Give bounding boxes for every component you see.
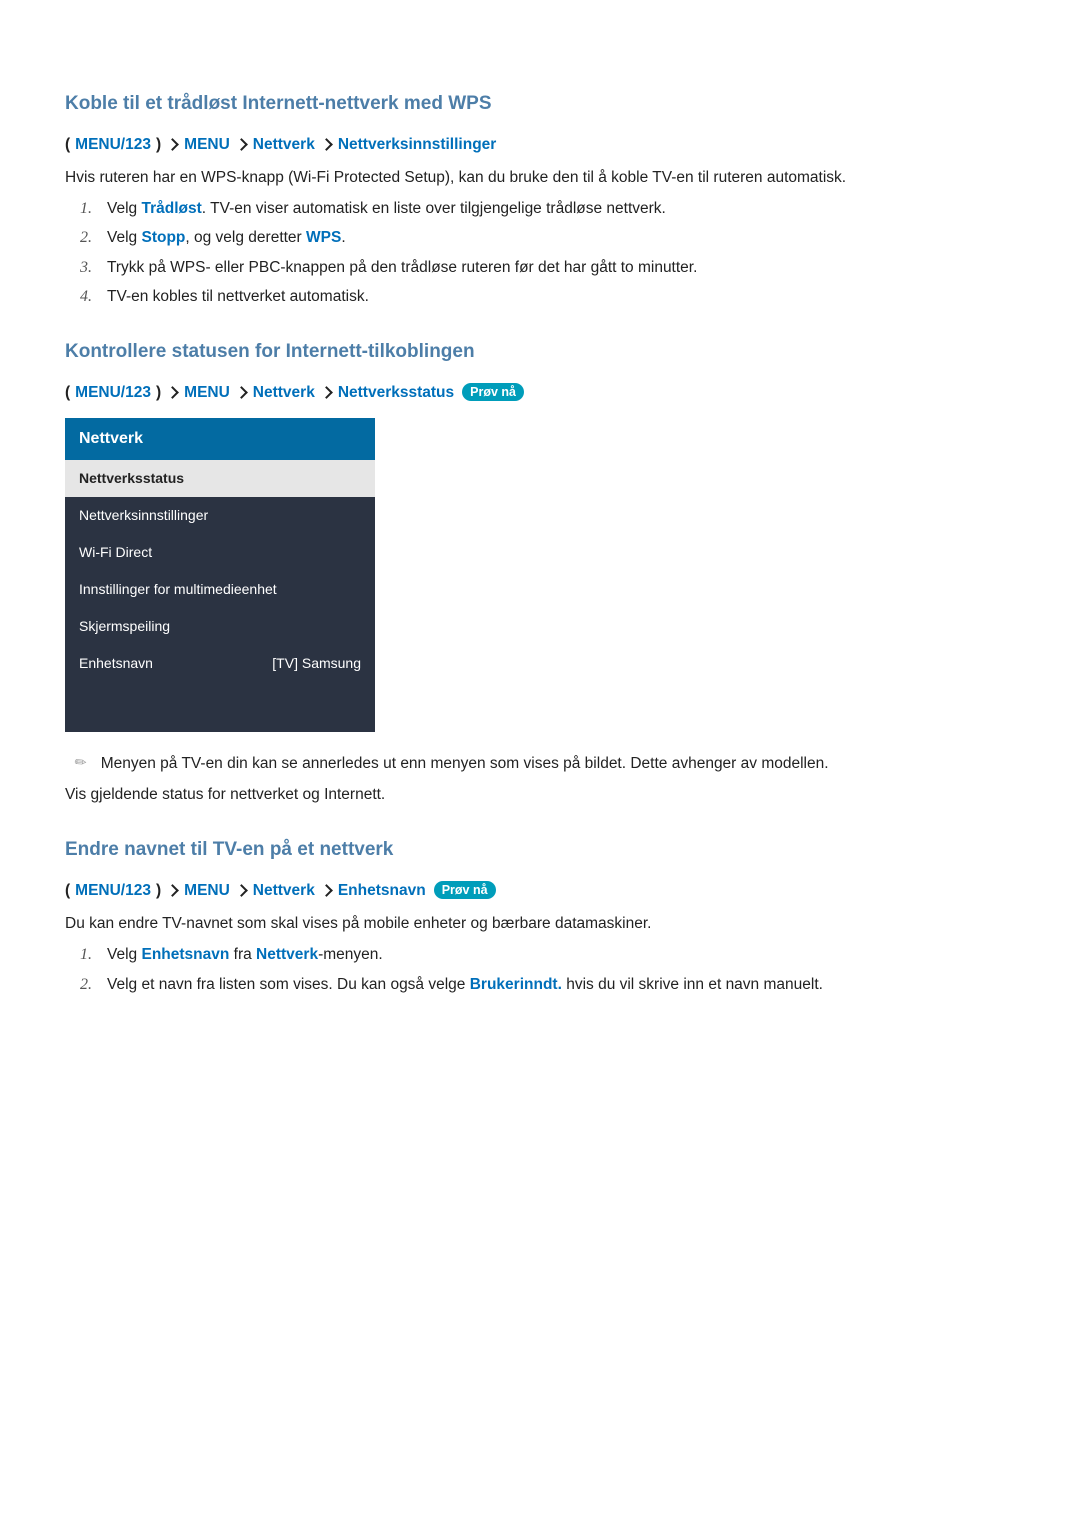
- list-item: 1. Velg Trådløst. TV-en viser automatisk…: [95, 197, 1015, 220]
- list-item: 4. TV-en kobles til nettverket automatis…: [95, 285, 1015, 308]
- breadcrumb-item[interactable]: MENU/123: [75, 381, 151, 404]
- breadcrumb-item[interactable]: MENU/123: [75, 133, 151, 156]
- note: ✎ Menyen på TV-en din kan se annerledes …: [65, 752, 1015, 775]
- chevron-right-icon: [320, 884, 333, 897]
- list-item: 1. Velg Enhetsnavn fra Nettverk-menyen.: [95, 943, 1015, 966]
- chevron-right-icon: [235, 884, 248, 897]
- network-menu-panel: Nettverk Nettverksstatus Nettverksinnsti…: [65, 418, 375, 732]
- breadcrumb-item[interactable]: Nettverk: [253, 879, 315, 902]
- panel-title: Nettverk: [65, 418, 375, 460]
- step-list: 1. Velg Enhetsnavn fra Nettverk-menyen. …: [65, 943, 1015, 996]
- menu-item-value: [TV] Samsung: [272, 653, 361, 674]
- chevron-right-icon: [235, 386, 248, 399]
- chevron-right-icon: [166, 138, 179, 151]
- breadcrumb-item[interactable]: Nettverk: [253, 133, 315, 156]
- menu-item[interactable]: Skjermspeiling: [65, 608, 375, 645]
- inline-keyword: Nettverk: [256, 946, 318, 963]
- menu-item-label: Enhetsnavn: [79, 653, 153, 674]
- menu-item[interactable]: Wi-Fi Direct: [65, 534, 375, 571]
- breadcrumb-item[interactable]: MENU/123: [75, 879, 151, 902]
- intro-text: Hvis ruteren har en WPS-knapp (Wi-Fi Pro…: [65, 166, 1015, 189]
- step-list: 1. Velg Trådløst. TV-en viser automatisk…: [65, 197, 1015, 308]
- breadcrumb-item[interactable]: Nettverk: [253, 381, 315, 404]
- breadcrumb: (MENU/123) MENU Nettverk Nettverksstatus…: [65, 381, 1015, 404]
- breadcrumb-item[interactable]: MENU: [184, 133, 230, 156]
- inline-keyword: Brukerinndt.: [470, 976, 562, 993]
- section-heading-rename: Endre navnet til TV-en på et nettverk: [65, 836, 1015, 865]
- breadcrumb-item[interactable]: MENU: [184, 381, 230, 404]
- chevron-right-icon: [320, 138, 333, 151]
- inline-keyword: Stopp: [141, 229, 185, 246]
- breadcrumb-item[interactable]: Nettverksstatus: [338, 381, 454, 404]
- menu-item[interactable]: Nettverksinnstillinger: [65, 497, 375, 534]
- section-heading-status: Kontrollere statusen for Internett-tilko…: [65, 338, 1015, 367]
- menu-item[interactable]: Innstillinger for multimedieenhet: [65, 571, 375, 608]
- breadcrumb-item[interactable]: Enhetsnavn: [338, 879, 426, 902]
- description-text: Vis gjeldende status for nettverket og I…: [65, 783, 1015, 806]
- pencil-icon: ✎: [70, 750, 92, 774]
- inline-keyword: Trådløst: [141, 200, 201, 217]
- list-item: 2. Velg Stopp, og velg deretter WPS.: [95, 226, 1015, 249]
- breadcrumb-item[interactable]: MENU: [184, 879, 230, 902]
- try-now-badge[interactable]: Prøv nå: [462, 383, 524, 401]
- note-text: Menyen på TV-en din kan se annerledes ut…: [101, 752, 829, 775]
- list-item: 3. Trykk på WPS- eller PBC-knappen på de…: [95, 256, 1015, 279]
- inline-keyword: WPS: [306, 229, 341, 246]
- breadcrumb: (MENU/123) MENU Nettverk Nettverksinnsti…: [65, 133, 1015, 156]
- menu-item[interactable]: Enhetsnavn [TV] Samsung: [65, 645, 375, 682]
- intro-text: Du kan endre TV-navnet som skal vises på…: [65, 912, 1015, 935]
- section-heading-wps: Koble til et trådløst Internett-nettverk…: [65, 90, 1015, 119]
- breadcrumb: (MENU/123) MENU Nettverk Enhetsnavn Prøv…: [65, 879, 1015, 902]
- try-now-badge[interactable]: Prøv nå: [434, 881, 496, 899]
- inline-keyword: Enhetsnavn: [141, 946, 229, 963]
- menu-item-selected[interactable]: Nettverksstatus: [65, 460, 375, 497]
- list-item: 2. Velg et navn fra listen som vises. Du…: [95, 973, 1015, 996]
- chevron-right-icon: [166, 386, 179, 399]
- chevron-right-icon: [166, 884, 179, 897]
- chevron-right-icon: [235, 138, 248, 151]
- chevron-right-icon: [320, 386, 333, 399]
- breadcrumb-item[interactable]: Nettverksinnstillinger: [338, 133, 497, 156]
